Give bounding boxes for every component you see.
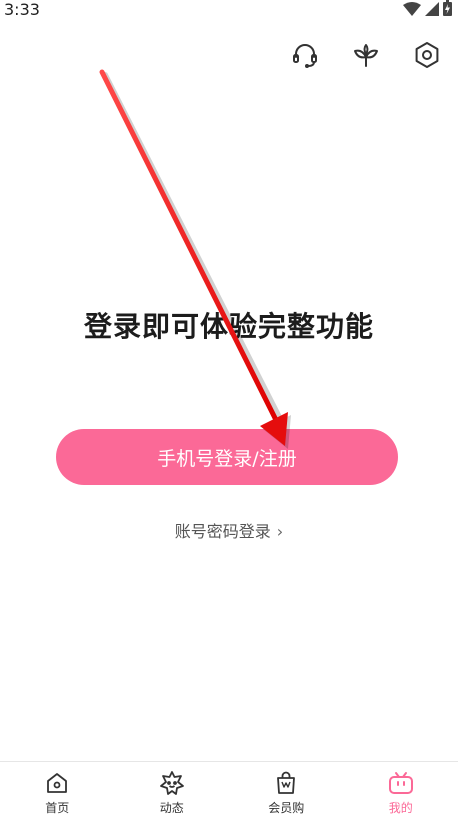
account-login-label: 账号密码登录 bbox=[174, 522, 271, 541]
nav-label-home: 首页 bbox=[45, 801, 70, 815]
nav-item-feed[interactable]: 动态 bbox=[115, 762, 230, 820]
top-actions bbox=[290, 40, 442, 70]
nav-item-home[interactable]: 首页 bbox=[0, 762, 115, 820]
annotation-arrow bbox=[99, 69, 291, 449]
shop-bag-icon bbox=[273, 770, 299, 796]
nav-label-shop: 会员购 bbox=[268, 801, 305, 815]
nav-label-mine: 我的 bbox=[388, 801, 413, 815]
feed-icon bbox=[159, 770, 185, 796]
headset-icon[interactable] bbox=[290, 40, 320, 70]
bottom-nav: 首页 动态 会员购 我的 bbox=[0, 761, 458, 820]
battery-charging-icon bbox=[443, 0, 452, 20]
login-screen: 3:33 登录即可体验完整功能 手机号登录/注册 账号密码登录 › 首页 动态 … bbox=[0, 0, 458, 820]
sprout-icon[interactable] bbox=[351, 40, 381, 70]
status-bar: 3:33 bbox=[0, 0, 458, 22]
account-login-link[interactable]: 账号密码登录 › bbox=[0, 518, 458, 542]
signal-icon bbox=[425, 1, 439, 20]
nav-label-feed: 动态 bbox=[159, 801, 184, 815]
nav-item-shop[interactable]: 会员购 bbox=[229, 762, 344, 820]
nav-item-mine[interactable]: 我的 bbox=[344, 762, 458, 820]
wifi-icon bbox=[403, 1, 421, 20]
tv-mine-icon bbox=[388, 770, 414, 796]
status-time: 3:33 bbox=[4, 0, 40, 19]
home-icon bbox=[44, 770, 70, 796]
chevron-right-icon: › bbox=[276, 522, 284, 541]
login-headline: 登录即可体验完整功能 bbox=[83, 310, 374, 343]
status-icons bbox=[403, 0, 452, 20]
phone-login-button[interactable]: 手机号登录/注册 bbox=[56, 429, 398, 485]
settings-hex-icon[interactable] bbox=[412, 40, 442, 70]
